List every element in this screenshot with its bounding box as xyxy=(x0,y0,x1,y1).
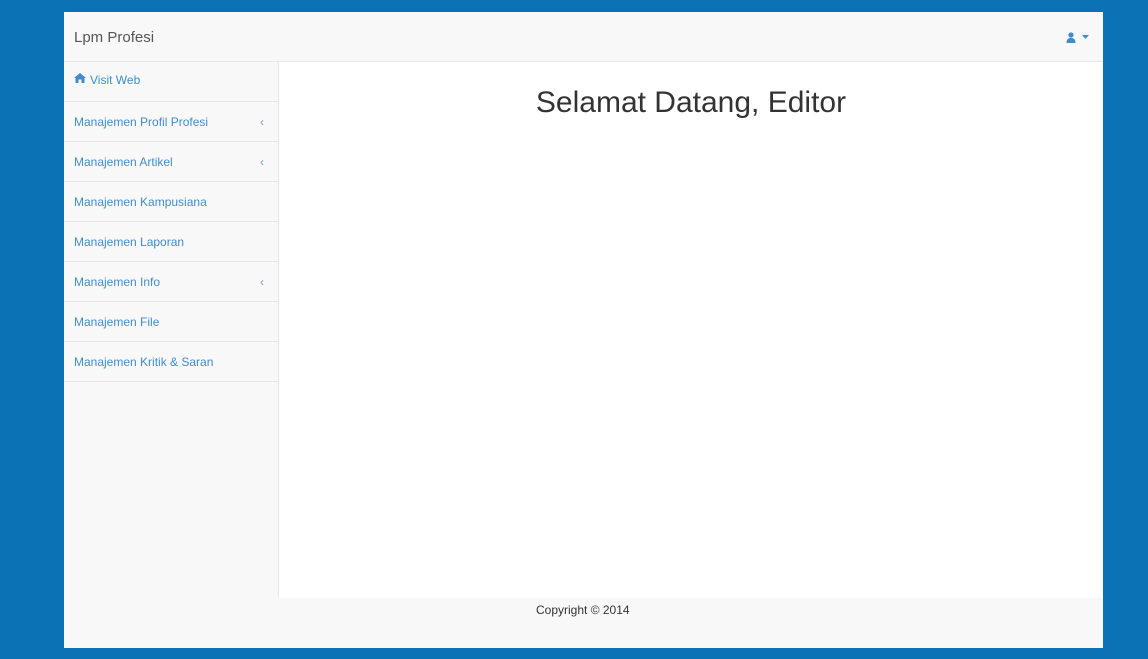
user-icon xyxy=(1066,31,1076,43)
footer: Copyright © 2014 xyxy=(64,598,1103,648)
sidebar-item-file[interactable]: Manajemen File xyxy=(64,302,278,342)
sidebar-item-artikel[interactable]: Manajemen Artikel ‹ xyxy=(64,142,278,182)
copyright-text: Copyright © 2014 xyxy=(536,603,630,617)
chevron-left-icon: ‹ xyxy=(260,274,264,289)
sidebar-item-kritik-saran[interactable]: Manajemen Kritik & Saran xyxy=(64,342,278,382)
sidebar-item-laporan[interactable]: Manajemen Laporan xyxy=(64,222,278,262)
sidebar-item-label: Manajemen File xyxy=(74,314,160,329)
sidebar-item-label: Manajemen Kampusiana xyxy=(74,194,207,209)
sidebar-item-label: Manajemen Info xyxy=(74,274,161,289)
sidebar-item-info[interactable]: Manajemen Info ‹ xyxy=(64,262,278,302)
sidebar-item-kampusiana[interactable]: Manajemen Kampusiana xyxy=(64,182,278,222)
chevron-left-icon: ‹ xyxy=(260,114,264,129)
sidebar-item-profil-profesi[interactable]: Manajemen Profil Profesi ‹ xyxy=(64,102,278,142)
app-frame: Lpm Profesi Visit Web Manajemen Profil P… xyxy=(64,12,1103,648)
caret-down-icon xyxy=(1082,35,1089,39)
chevron-left-icon: ‹ xyxy=(260,154,264,169)
home-icon xyxy=(74,73,86,83)
top-navbar: Lpm Profesi xyxy=(64,12,1103,62)
sidebar-item-label: Manajemen Kritik & Saran xyxy=(74,354,214,369)
sidebar-item-label: Visit Web xyxy=(90,73,141,87)
sidebar: Visit Web Manajemen Profil Profesi ‹ Man… xyxy=(64,62,279,598)
brand-link[interactable]: Lpm Profesi xyxy=(64,12,154,62)
sidebar-item-label: Manajemen Laporan xyxy=(74,234,185,249)
user-menu-dropdown[interactable] xyxy=(1066,29,1089,45)
page-title: Selamat Datang, Editor xyxy=(535,86,847,119)
sidebar-item-label: Manajemen Artikel xyxy=(74,154,173,169)
sidebar-item-label: Manajemen Profil Profesi xyxy=(74,114,209,129)
sidebar-item-visit-web[interactable]: Visit Web xyxy=(64,62,278,102)
main-content: Selamat Datang, Editor xyxy=(279,62,1103,598)
